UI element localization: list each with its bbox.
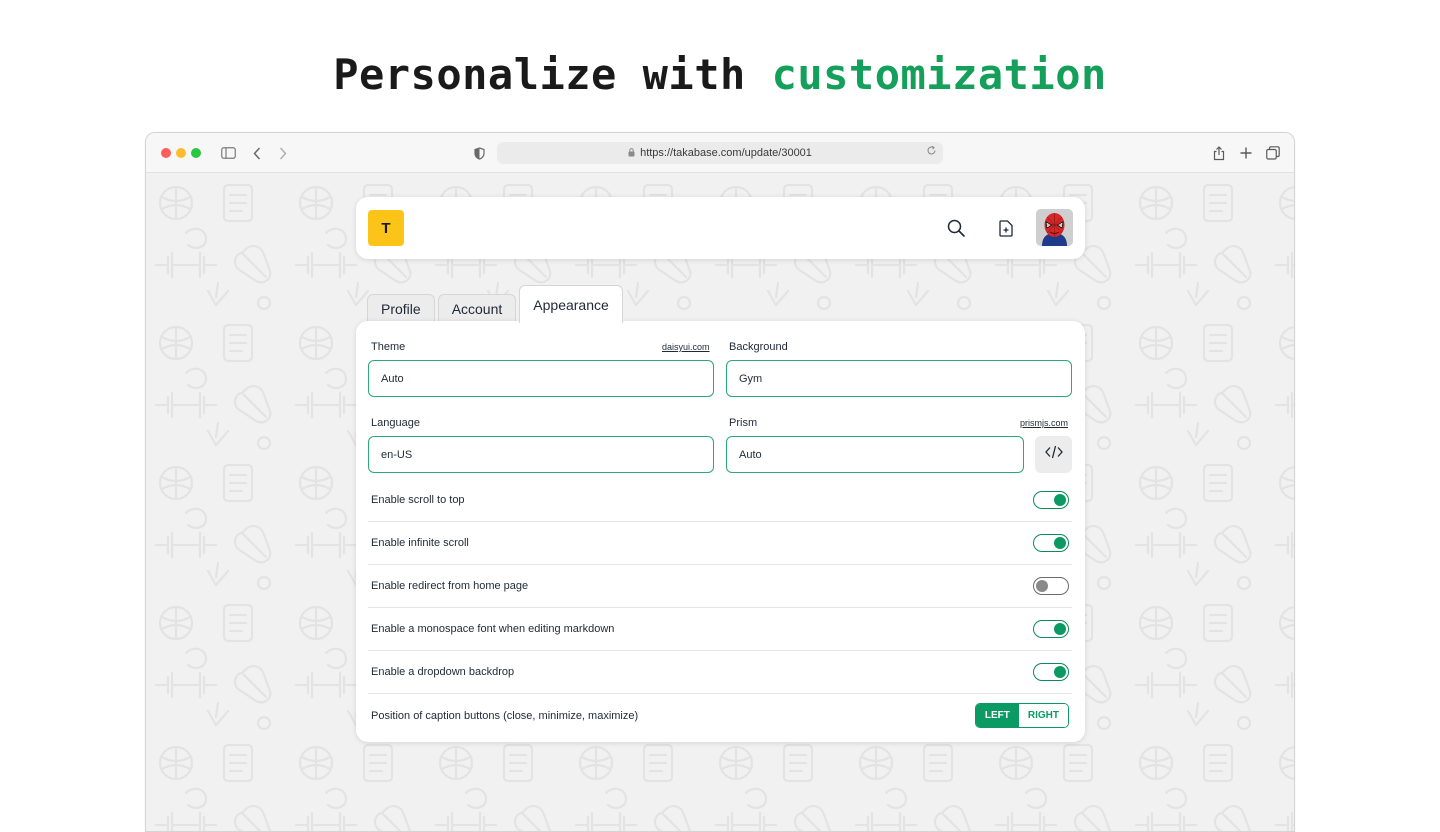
- headline-lead: Personalize with: [333, 50, 746, 99]
- monospace-font-toggle[interactable]: [1033, 620, 1069, 638]
- code-preview-button[interactable]: [1035, 436, 1072, 473]
- appearance-panel: Theme daisyui.com Auto Background Gym La…: [356, 321, 1085, 742]
- app-logo[interactable]: T: [368, 210, 404, 246]
- caption-position-switch: LEFT RIGHT: [974, 703, 1069, 728]
- setting-label: Enable scroll to top: [371, 494, 465, 506]
- dropdown-backdrop-toggle[interactable]: [1033, 663, 1069, 681]
- scroll-to-top-toggle[interactable]: [1033, 491, 1069, 509]
- tab-profile[interactable]: Profile: [367, 294, 435, 322]
- tab-account[interactable]: Account: [437, 294, 517, 322]
- theme-select[interactable]: Auto: [368, 360, 714, 397]
- prism-docs-link[interactable]: prismjs.com: [1020, 418, 1068, 428]
- tab-appearance[interactable]: Appearance: [519, 285, 623, 323]
- minimize-window-button[interactable]: [176, 148, 186, 158]
- shield-icon[interactable]: [472, 143, 486, 163]
- background-label: Background: [729, 341, 788, 353]
- avatar[interactable]: [1036, 209, 1073, 246]
- language-label: Language: [371, 417, 420, 429]
- setting-row-infinite-scroll: Enable infinite scroll: [368, 522, 1072, 565]
- browser-toolbar: https://takabase.com/update/30001: [146, 133, 1294, 173]
- back-icon[interactable]: [250, 143, 264, 163]
- settings-tabs: Profile Account Appearance: [367, 285, 626, 323]
- language-select[interactable]: en-US: [368, 436, 714, 473]
- caption-right-button[interactable]: RIGHT: [1018, 704, 1068, 727]
- setting-label: Enable infinite scroll: [371, 537, 469, 549]
- new-document-icon[interactable]: [992, 214, 1020, 242]
- setting-row-monospace-font: Enable a monospace font when editing mar…: [368, 608, 1072, 651]
- logo-letter: T: [381, 219, 391, 237]
- reload-icon[interactable]: [926, 145, 937, 159]
- browser-window: https://takabase.com/update/30001 T Prof…: [145, 132, 1295, 832]
- theme-label: Theme: [371, 341, 406, 353]
- prism-select[interactable]: Auto: [726, 436, 1024, 473]
- headline-accent: customization: [771, 50, 1107, 99]
- setting-row-caption-position: Position of caption buttons (close, mini…: [368, 694, 1072, 737]
- page-viewport: T Profile Account Appearance Theme daisy…: [146, 173, 1294, 831]
- share-icon[interactable]: [1212, 143, 1226, 163]
- prism-label: Prism: [729, 417, 758, 429]
- background-value: Gym: [739, 372, 763, 385]
- app-navbar: T: [356, 197, 1085, 259]
- close-window-button[interactable]: [161, 148, 171, 158]
- search-icon[interactable]: [942, 214, 970, 242]
- url-text: https://takabase.com/update/30001: [640, 147, 812, 159]
- address-bar[interactable]: https://takabase.com/update/30001: [497, 142, 943, 164]
- theme-value: Auto: [381, 372, 404, 385]
- setting-row-redirect-home: Enable redirect from home page: [368, 565, 1072, 608]
- setting-label: Enable a monospace font when editing mar…: [371, 623, 615, 635]
- setting-label: Position of caption buttons (close, mini…: [371, 709, 639, 722]
- caption-left-button[interactable]: LEFT: [975, 704, 1019, 727]
- theme-docs-link[interactable]: daisyui.com: [662, 342, 710, 352]
- setting-row-scroll-to-top: Enable scroll to top: [368, 479, 1072, 522]
- setting-row-dropdown-backdrop: Enable a dropdown backdrop: [368, 651, 1072, 694]
- infinite-scroll-toggle[interactable]: [1033, 534, 1069, 552]
- setting-label: Enable a dropdown backdrop: [371, 666, 515, 678]
- lock-icon: [628, 147, 635, 159]
- prism-value: Auto: [739, 448, 762, 461]
- page-headline: Personalize with customization: [0, 50, 1440, 99]
- code-icon: [1044, 445, 1063, 464]
- background-select[interactable]: Gym: [726, 360, 1072, 397]
- forward-icon[interactable]: [276, 143, 290, 163]
- new-tab-icon[interactable]: [1239, 143, 1253, 163]
- redirect-home-toggle[interactable]: [1033, 577, 1069, 595]
- sidebar-icon[interactable]: [219, 143, 237, 163]
- maximize-window-button[interactable]: [191, 148, 201, 158]
- tabs-overview-icon[interactable]: [1266, 143, 1280, 163]
- language-value: en-US: [381, 448, 413, 461]
- setting-label: Enable redirect from home page: [371, 580, 529, 592]
